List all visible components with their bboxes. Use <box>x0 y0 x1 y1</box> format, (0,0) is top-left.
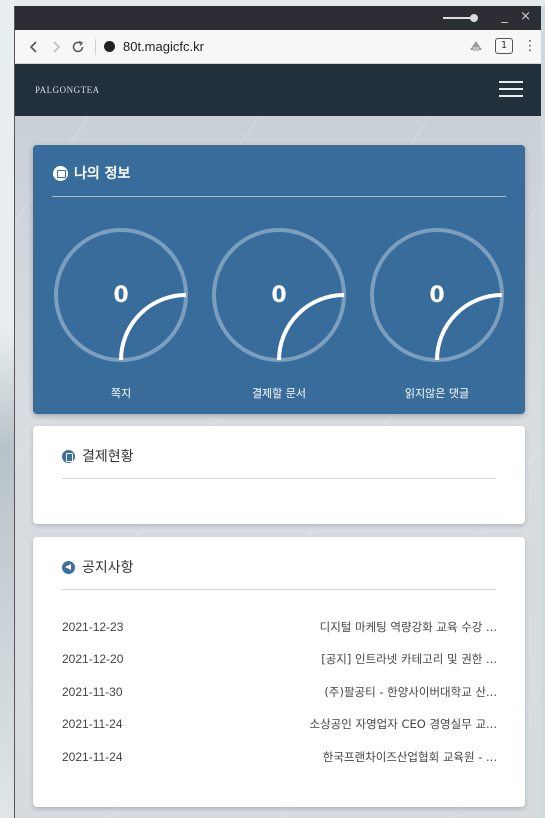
my-info-header: 나의 정보 <box>53 163 130 183</box>
browser-window: _ × 80t.magicfc.kr 1 ⋮ PALGONGTEA 나의 정보 … <box>14 6 541 818</box>
comments-gauge[interactable]: 0 <box>368 226 506 364</box>
address-bar: 80t.magicfc.kr 1 ⋮ <box>15 30 541 64</box>
minimize-button[interactable]: _ <box>502 9 509 24</box>
calendar-icon <box>53 165 68 181</box>
address-separator <box>95 38 96 55</box>
notice-date: 2021-11-24 <box>62 750 123 764</box>
documents-label: 결제할 문서 <box>251 387 307 400</box>
approval-card: 결제현황 <box>33 426 525 524</box>
notice-link[interactable]: [공지] 인트라넷 카테고리 및 권한 ... <box>321 651 497 667</box>
document-icon <box>62 449 75 463</box>
notice-date: 2021-12-23 <box>62 620 124 634</box>
address-bar-actions: 1 ⋮ <box>467 37 537 55</box>
comments-count: 0 <box>429 282 445 308</box>
tab-count-button[interactable]: 1 <box>495 38 513 54</box>
divider <box>62 478 496 479</box>
documents-gauge[interactable]: 0 <box>210 226 348 364</box>
divider <box>52 196 506 197</box>
notice-link[interactable]: (주)팔공티 - 한양사이버대학교 산... <box>324 684 497 700</box>
notice-card: 공지사항 2021-12-23 디지털 마케팅 역량강화 교육 수강 ... 2… <box>33 537 525 807</box>
notice-row[interactable]: 2021-12-20 [공지] 인트라넷 카테고리 및 권한 ... <box>62 650 497 668</box>
browser-menu-icon[interactable]: ⋮ <box>523 38 537 54</box>
notice-row[interactable]: 2021-11-30 (주)팔공티 - 한양사이버대학교 산... <box>62 683 497 701</box>
hamburger-menu-icon[interactable] <box>499 79 523 99</box>
desktop-background-left <box>0 0 14 818</box>
reload-button[interactable] <box>67 36 89 58</box>
reload-icon <box>72 40 84 52</box>
notice-header: 공지사항 <box>62 557 134 577</box>
url-input[interactable]: 80t.magicfc.kr <box>123 39 204 54</box>
divider <box>62 589 496 590</box>
notice-title: 공지사항 <box>82 560 134 576</box>
notice-link[interactable]: 한국프랜차이즈산업협회 교육원 - ... <box>323 749 497 765</box>
notice-date: 2021-12-20 <box>62 652 124 666</box>
extension-icon[interactable] <box>467 37 485 55</box>
messages-count: 0 <box>113 282 129 308</box>
notice-row[interactable]: 2021-12-23 디지털 마케팅 역량강화 교육 수강 ... <box>62 618 497 636</box>
comments-label: 읽지않은 댓글 <box>404 387 470 400</box>
notice-link[interactable]: 디지털 마케팅 역량강화 교육 수강 ... <box>320 619 497 635</box>
messages-gauge[interactable]: 0 <box>52 226 190 364</box>
back-arrow-icon <box>29 40 37 53</box>
site-info-icon[interactable] <box>104 41 115 52</box>
my-info-title: 나의 정보 <box>74 166 131 182</box>
messages-label: 쪽지 <box>110 387 132 400</box>
notice-link[interactable]: 소상공인 자영업자 CEO 경영실무 교... <box>310 716 497 732</box>
notice-row[interactable]: 2021-11-24 한국프랜차이즈산업협회 교육원 - ... <box>62 748 497 766</box>
forward-arrow-icon <box>53 40 61 53</box>
megaphone-icon <box>62 560 75 574</box>
back-button[interactable] <box>23 36 45 58</box>
close-window-button[interactable]: × <box>520 9 531 24</box>
notice-date: 2021-11-30 <box>62 685 123 699</box>
profile-indicator-dot <box>470 14 478 22</box>
my-info-card: 나의 정보 0 쪽지 0 결제할 문서 0 읽지않은 댓글 <box>33 145 525 414</box>
notice-row[interactable]: 2021-11-24 소상공인 자영업자 CEO 경영실무 교... <box>62 715 497 733</box>
profile-indicator-line <box>443 17 473 19</box>
site-logo[interactable]: PALGONGTEA <box>35 85 100 95</box>
title-bar: _ × <box>15 6 541 30</box>
page-content: 나의 정보 0 쪽지 0 결제할 문서 0 읽지않은 댓글 결제현황 공지사항 … <box>15 116 541 818</box>
notice-date: 2021-11-24 <box>62 717 123 731</box>
approval-header: 결제현황 <box>62 446 134 466</box>
site-header: PALGONGTEA <box>15 64 541 116</box>
approval-title: 결제현황 <box>82 449 134 465</box>
forward-button[interactable] <box>45 36 67 58</box>
documents-count: 0 <box>271 282 287 308</box>
